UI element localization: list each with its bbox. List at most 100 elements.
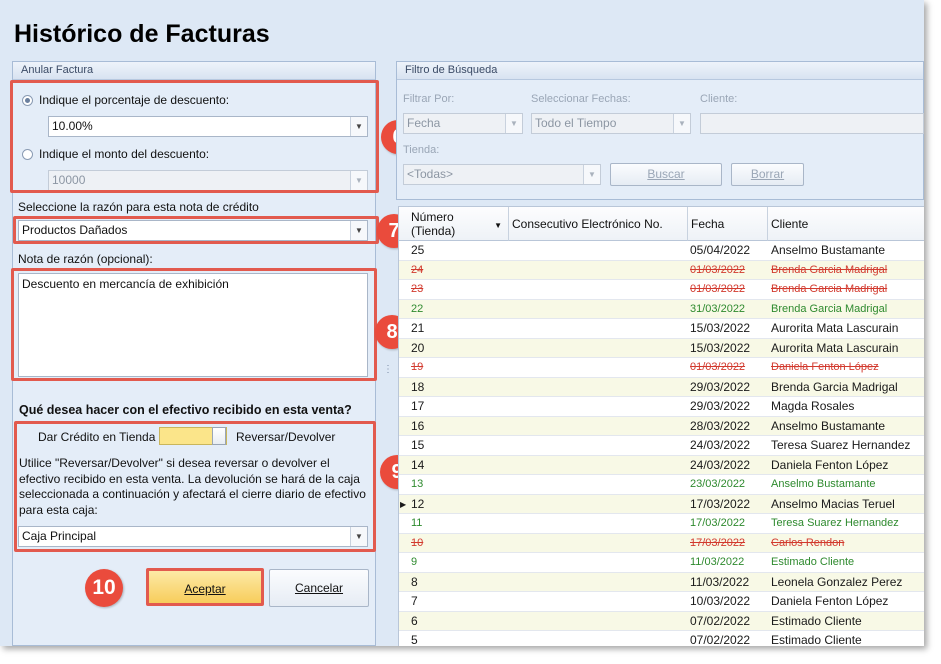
cell-cliente: Teresa Suarez Hernandez	[771, 517, 899, 529]
cell-cliente: Daniela Fenton López	[771, 361, 879, 373]
cell-num: 9	[411, 556, 418, 568]
cell-consecutivo	[512, 495, 686, 514]
cell-num: 23	[411, 283, 424, 295]
column-fecha-label: Fecha	[691, 217, 725, 231]
highlight-box-9	[14, 421, 376, 552]
cell-fecha: 17/03/2022	[690, 496, 751, 511]
search-label: Buscar	[647, 167, 685, 181]
sort-down-icon[interactable]: ▼	[494, 219, 502, 233]
cell-consecutivo	[512, 573, 686, 592]
cash-question: Qué desea hacer con el efectivo recibido…	[19, 403, 352, 417]
cell-consecutivo	[512, 378, 686, 397]
table-row[interactable]: 24 01/03/2022 Brenda Garcia Madrigal	[399, 260, 924, 280]
table-row[interactable]: 22 31/03/2022 Brenda Garcia Madrigal	[399, 299, 924, 319]
cancel-button[interactable]: Cancelar	[269, 569, 369, 607]
cell-num: 7	[411, 594, 418, 608]
table-row[interactable]: 5 07/02/2022 Estimado Cliente	[399, 631, 924, 646]
table-row[interactable]: 15 24/03/2022 Teresa Suarez Hernandez	[399, 436, 924, 456]
cell-consecutivo	[512, 280, 686, 299]
dates-combo[interactable]: Todo el Tiempo ▼	[531, 113, 691, 134]
table-row[interactable]: 25 05/04/2022 Anselmo Bustamante	[399, 241, 924, 261]
cell-cliente: Estimado Cliente	[771, 556, 855, 568]
search-button[interactable]: Buscar	[610, 163, 722, 186]
cell-num: 25	[411, 243, 425, 257]
filter-by-value: Fecha	[407, 116, 441, 130]
cell-fecha: 07/02/2022	[690, 613, 751, 628]
table-row[interactable]: 8 11/03/2022 Leonela Gonzalez Perez	[399, 572, 924, 592]
cancel-label: Cancelar	[294, 581, 344, 595]
cell-num: 24	[411, 263, 424, 276]
column-header-fecha[interactable]: Fecha	[688, 207, 768, 241]
table-row[interactable]: 13 23/03/2022 Anselmo Bustamante	[399, 475, 924, 495]
reason-label: Seleccione la razón para esta nota de cr…	[18, 200, 259, 214]
store-label: Tienda:	[403, 144, 440, 156]
table-row[interactable]: 20 15/03/2022 Aurorita Mata Lascurain	[399, 338, 924, 358]
cell-cliente: Anselmo Bustamante	[771, 478, 876, 490]
accept-label: Aceptar	[184, 582, 226, 596]
cell-fecha: 31/03/2022	[690, 302, 746, 315]
anular-factura-title: Anular Factura	[13, 62, 375, 80]
window: Histórico de Facturas Anular Factura Ind…	[0, 0, 924, 646]
clear-label: Borrar	[750, 167, 785, 181]
table-row[interactable]: 23 01/03/2022 Brenda Garcia Madrigal	[399, 280, 924, 300]
filter-by-combo[interactable]: Fecha ▼	[403, 113, 523, 134]
cell-consecutivo	[512, 631, 686, 646]
highlight-box-6	[10, 80, 379, 193]
cell-num: 17	[411, 399, 425, 413]
column-header-consecutivo[interactable]: Consecutivo Electrónico No.	[509, 207, 688, 241]
table-row[interactable]: 18 29/03/2022 Brenda Garcia Madrigal	[399, 377, 924, 397]
invoice-grid[interactable]: Número (Tienda) ▼ Consecutivo Electrónic…	[398, 206, 924, 646]
cell-consecutivo	[512, 241, 686, 260]
cell-num: 10	[411, 536, 424, 549]
cell-cliente: Anselmo Bustamante	[771, 418, 886, 433]
filter-by-label: Filtrar Por:	[403, 93, 455, 105]
highlight-box-8	[11, 268, 377, 381]
cell-consecutivo	[512, 339, 686, 358]
clear-button[interactable]: Borrar	[731, 163, 804, 186]
cell-cliente: Daniela Fenton López	[771, 457, 889, 472]
cell-consecutivo	[512, 475, 686, 494]
chevron-down-icon[interactable]: ▼	[583, 165, 600, 184]
table-row[interactable]: ▶ 12 17/03/2022 Anselmo Macias Teruel	[399, 494, 924, 514]
cell-num: 21	[411, 321, 425, 335]
cell-fecha: 01/03/2022	[690, 361, 746, 373]
table-row[interactable]: 9 11/03/2022 Estimado Cliente	[399, 553, 924, 573]
cell-consecutivo	[512, 417, 686, 436]
table-row[interactable]: 17 29/03/2022 Magda Rosales	[399, 397, 924, 417]
cell-consecutivo	[512, 553, 686, 572]
table-row[interactable]: 14 24/03/2022 Daniela Fenton López	[399, 455, 924, 475]
cell-cliente: Estimado Cliente	[771, 633, 862, 646]
column-header-num[interactable]: Número (Tienda) ▼	[399, 207, 509, 241]
table-row[interactable]: 11 17/03/2022 Teresa Suarez Hernandez	[399, 514, 924, 534]
cell-cliente: Brenda Garcia Madrigal	[771, 302, 888, 315]
chevron-down-icon[interactable]: ▼	[673, 114, 690, 133]
table-row[interactable]: 10 17/03/2022 Carlos Rendon	[399, 533, 924, 553]
splitter-handle[interactable]: ⋮	[383, 365, 393, 387]
page-title: Histórico de Facturas	[14, 20, 270, 48]
cell-fecha: 28/03/2022	[690, 418, 751, 433]
table-row[interactable]: 19 01/03/2022 Daniela Fenton López	[399, 358, 924, 378]
cell-cliente: Anselmo Bustamante	[771, 243, 886, 257]
cell-num: 19	[411, 361, 424, 373]
store-combo[interactable]: <Todas> ▼	[403, 164, 601, 185]
table-row[interactable]: 21 15/03/2022 Aurorita Mata Lascurain	[399, 319, 924, 339]
cell-consecutivo	[512, 397, 686, 416]
grid-body: 25 05/04/2022 Anselmo Bustamante 24 01/03/20…	[399, 241, 924, 646]
cell-num: 22	[411, 302, 424, 315]
cell-cliente: Estimado Cliente	[771, 613, 862, 628]
cell-consecutivo	[512, 456, 686, 475]
chevron-down-icon[interactable]: ▼	[505, 114, 522, 133]
table-row[interactable]: 16 28/03/2022 Anselmo Bustamante	[399, 416, 924, 436]
column-consecutivo-label: Consecutivo Electrónico No.	[512, 217, 663, 231]
cell-fecha: 15/03/2022	[690, 340, 751, 355]
table-row[interactable]: 7 10/03/2022 Daniela Fenton López	[399, 592, 924, 612]
accept-button[interactable]: Aceptar	[146, 568, 264, 606]
cell-num: 8	[411, 574, 418, 589]
column-cliente-label: Cliente	[771, 217, 809, 231]
cell-consecutivo	[512, 358, 686, 377]
client-input[interactable]	[700, 113, 924, 134]
cell-fecha: 07/02/2022	[690, 633, 751, 646]
cell-consecutivo	[512, 436, 686, 455]
table-row[interactable]: 6 07/02/2022 Estimado Cliente	[399, 611, 924, 631]
column-header-cliente[interactable]: Cliente	[768, 207, 924, 241]
